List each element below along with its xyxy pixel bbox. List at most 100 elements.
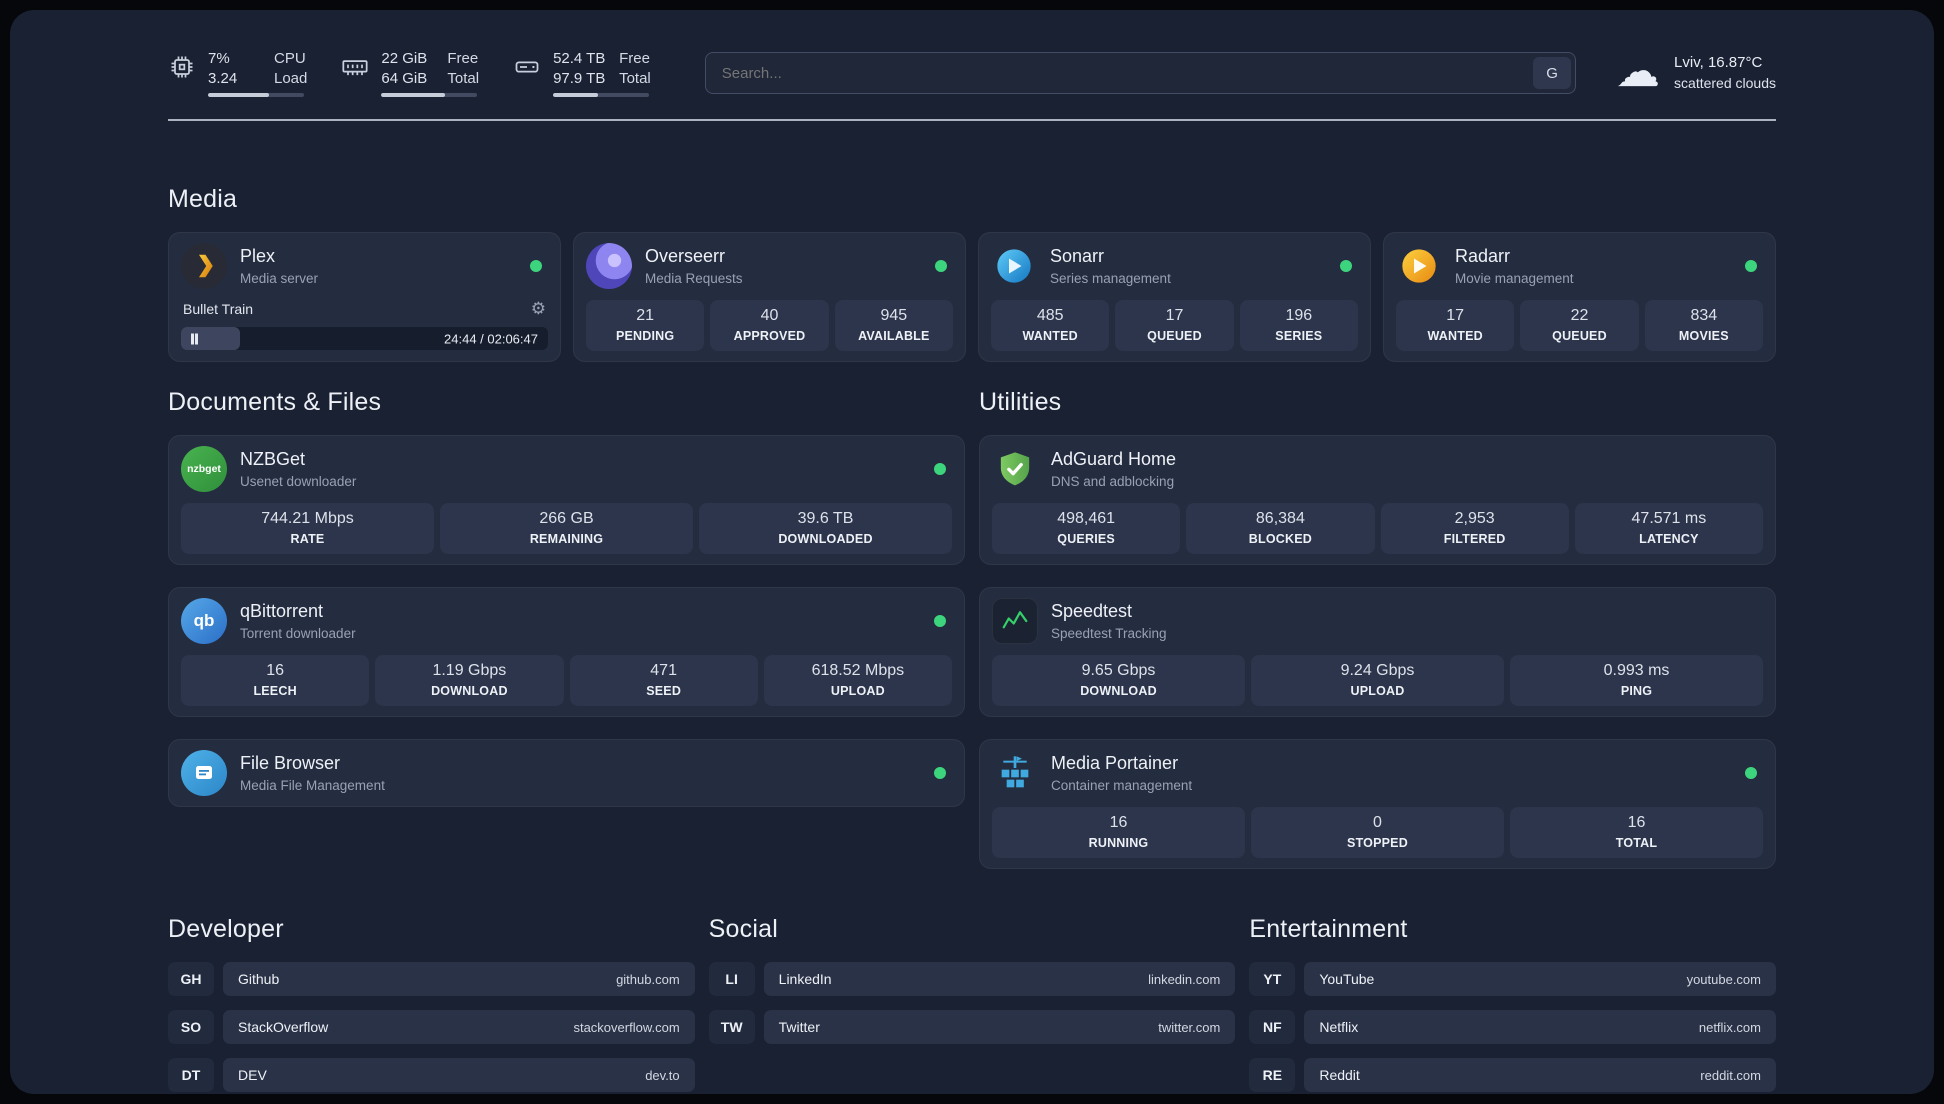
disk-icon [513,53,541,97]
ram-total: 64 GiB [381,70,428,87]
cloud-icon: ☁ [1616,47,1661,96]
bookmark-link-twitter[interactable]: Twitter twitter.com [763,1010,1236,1044]
service-card-qbittorrent[interactable]: qb qBittorrent Torrent downloader 16 LEEC… [168,587,965,717]
ram-icon [341,53,369,97]
stat-tile: 86,384 BLOCKED [1186,503,1375,554]
service-desc: Container management [1051,778,1193,793]
pause-icon[interactable] [191,333,198,344]
service-name: qBittorrent [240,601,324,621]
radarr-icon [1396,243,1442,289]
service-card-radarr[interactable]: Radarr Movie management 17 WANTED 22 QUEUE… [1383,232,1776,362]
service-card-portainer[interactable]: Media Portainer Container management 16 R… [979,739,1776,869]
stat-tile: 0.993 ms PING [1510,655,1763,706]
service-card-plex[interactable]: Plex Media server Bullet Train ⚙ 24:44 /… [168,232,561,362]
bookmark-row-linkedin: LI LinkedIn linkedin.com [708,962,1236,996]
section-title-documents: Documents & Files [168,388,382,416]
linkedin-icon[interactable]: LI [708,962,755,996]
service-card-adguard[interactable]: AdGuard Home DNS and adblocking 498,461 Q… [979,435,1776,565]
disk-free: 52.4 TB [553,50,606,67]
bookmark-link-dev[interactable]: DEV dev.to [223,1058,695,1092]
service-desc: Media File Management [240,778,385,793]
section-title-developer: Developer [168,915,284,943]
cpu-label: CPU [274,50,306,67]
stat-tile: 834 MOVIES [1644,300,1763,351]
stat-tile: 17 QUEUED [1115,300,1234,351]
stat-tile: 16 LEECH [181,655,370,706]
disk-free-label: Free [619,50,650,67]
service-desc: Torrent downloader [240,626,356,641]
status-dot [1745,260,1757,272]
stat-tile: 9.65 Gbps DOWNLOAD [992,655,1245,706]
ram-metric: 22 GiB Free 64 GiB Total [341,50,479,97]
bookmark-link-linkedin[interactable]: LinkedIn linkedin.com [763,962,1236,996]
bookmark-row-reddit: RE Reddit reddit.com [1249,1058,1776,1092]
stat-tile: 16 TOTAL [1510,807,1763,858]
stat-tile: 40 APPROVED [710,300,829,351]
reddit-icon[interactable]: RE [1249,1058,1296,1092]
disk-usage-bar [553,93,650,97]
youtube-icon[interactable]: YT [1249,962,1296,996]
weather-condition: scattered clouds [1674,74,1776,91]
service-desc: Media Requests [645,271,743,286]
top-bar: 7% CPU 3.24 Load 22 GiB Free 64 GiB Total [168,50,1776,97]
search-input[interactable] [704,52,1577,94]
service-card-nzbget[interactable]: nzbget NZBGet Usenet downloader 744.21 M… [168,435,965,565]
section-title-media: Media [168,185,238,213]
filebrowser-icon [181,750,227,796]
plex-now-playing: Bullet Train ⚙ 24:44 / 02:06:47 [181,299,548,350]
bookmark-row-twitter: TW Twitter twitter.com [708,1010,1236,1044]
service-name: Overseerr [645,246,726,266]
plex-icon [181,243,227,289]
stat-tile: 39.6 TB DOWNLOADED [699,503,952,554]
twitter-icon[interactable]: TW [708,1010,755,1044]
stat-tile: 266 GB REMAINING [440,503,693,554]
speedtest-icon [992,598,1038,644]
bookmark-link-reddit[interactable]: Reddit reddit.com [1304,1058,1776,1092]
netflix-icon[interactable]: NF [1249,1010,1296,1044]
documents-column: Documents & Files nzbget NZBGet Usenet d… [168,388,965,869]
bookmark-row-dev: DT DEV dev.to [168,1058,695,1092]
github-icon[interactable]: GH [168,962,214,996]
topbar-divider [168,119,1776,121]
ram-free-label: Free [447,50,479,67]
bookmark-link-stackoverflow[interactable]: StackOverflow stackoverflow.com [223,1010,695,1044]
stat-tile: 2,953 FILTERED [1380,503,1569,554]
search-engine-button[interactable]: G [1533,57,1572,89]
status-dot [934,767,946,779]
bookmark-row-github: GH Github github.com [168,962,695,996]
bookmark-link-youtube[interactable]: YouTube youtube.com [1304,962,1776,996]
seek-bar[interactable]: 24:44 / 02:06:47 [181,327,548,350]
gear-icon[interactable]: ⚙ [531,299,546,319]
bookmark-link-github[interactable]: Github github.com [223,962,695,996]
stat-tile: 471 SEED [569,655,758,706]
media-grid: Plex Media server Bullet Train ⚙ 24:44 /… [168,232,1776,362]
status-dot [935,260,947,272]
service-card-overseerr[interactable]: Overseerr Media Requests 21 PENDING 40 APP… [573,232,966,362]
service-name: File Browser [240,753,341,773]
weather-location: Lviv, 16.87°C [1674,53,1763,71]
bookmark-row-stackoverflow: SO StackOverflow stackoverflow.com [168,1010,695,1044]
bookmark-group-social: Social LI LinkedIn linkedin.com TW Twitt… [708,915,1236,1058]
stat-tile: 618.52 Mbps UPLOAD [763,655,952,706]
bookmark-link-netflix[interactable]: Netflix netflix.com [1304,1010,1776,1044]
overseerr-icon [586,243,632,289]
ram-total-label: Total [447,70,480,87]
section-title-social: Social [708,915,778,943]
service-name: Plex [240,246,276,266]
service-card-sonarr[interactable]: Sonarr Series management 485 WANTED 17 QUE… [978,232,1371,362]
service-name: Speedtest [1051,601,1133,621]
status-dot [934,463,946,475]
service-card-filebrowser[interactable]: File Browser Media File Management [168,739,965,807]
service-desc: Speedtest Tracking [1051,626,1167,641]
service-card-speedtest[interactable]: Speedtest Speedtest Tracking 9.65 Gbps DO… [979,587,1776,717]
dev-icon[interactable]: DT [168,1058,214,1092]
stat-tile: 485 WANTED [991,300,1110,351]
cpu-load: 3.24 [208,70,238,87]
status-dot [1745,767,1757,779]
cpu-percent: 7% [208,50,230,67]
service-name: NZBGet [240,449,306,469]
bookmark-group-entertainment: Entertainment YT YouTube youtube.com NF … [1249,915,1776,1094]
stackoverflow-icon[interactable]: SO [168,1010,214,1044]
weather-widget: ☁ Lviv, 16.87°C scattered clouds [1616,50,1776,94]
stat-tile: 1.19 Gbps DOWNLOAD [375,655,564,706]
